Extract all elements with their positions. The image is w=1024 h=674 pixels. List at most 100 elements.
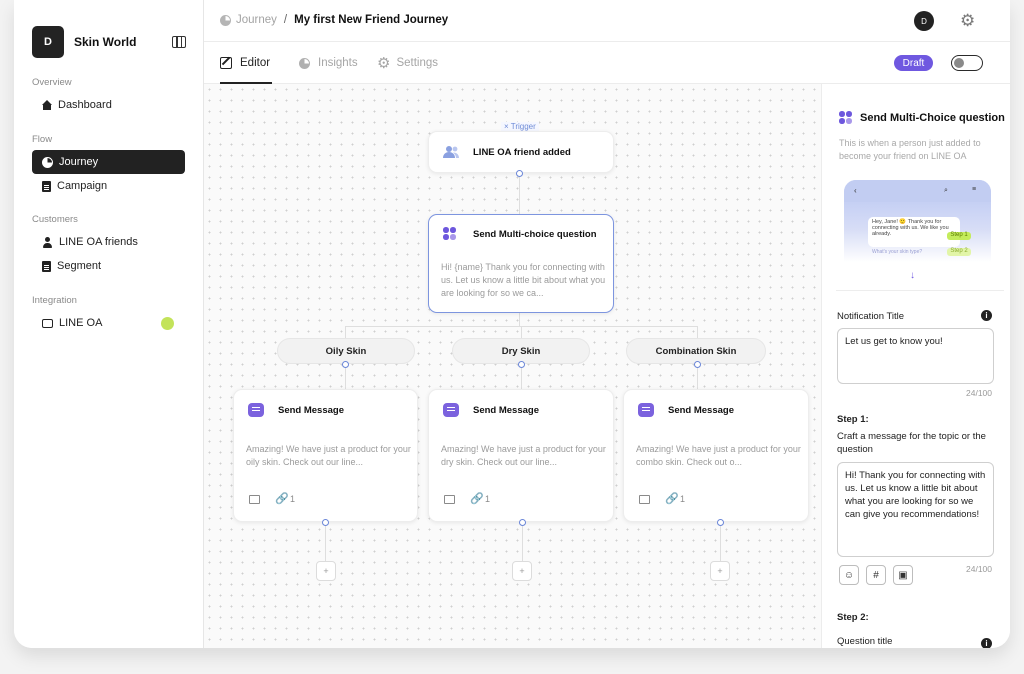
- node-title: Send Message: [278, 405, 344, 416]
- node-preview: Hi! {name} Thank you for connecting with…: [441, 262, 606, 298]
- node-preview: Amazing! We have just a product for your…: [246, 444, 411, 467]
- node-port[interactable]: [694, 361, 701, 368]
- add-step-button[interactable]: +: [710, 561, 730, 581]
- divider: [836, 290, 1004, 291]
- sidebar-item-label: Dashboard: [58, 99, 112, 111]
- sidebar-item-segment[interactable]: Segment: [32, 254, 185, 278]
- char-count: 24/100: [966, 388, 992, 398]
- tab-editor[interactable]: Editor: [220, 42, 273, 84]
- message-icon: [248, 403, 264, 417]
- connection-status-dot: [161, 317, 174, 330]
- multi-choice-node[interactable]: Send Multi-choice question Hi! {name} Th…: [428, 214, 614, 313]
- send-message-node[interactable]: Send Message Amazing! We have just a pro…: [623, 389, 809, 522]
- breadcrumb-root[interactable]: Journey: [236, 14, 277, 26]
- connector-line: [697, 326, 698, 338]
- menu-icon: ≡: [972, 186, 977, 193]
- node-port[interactable]: [342, 361, 349, 368]
- publish-toggle[interactable]: [951, 55, 983, 71]
- add-step-button[interactable]: +: [512, 561, 532, 581]
- image-icon: [249, 495, 260, 504]
- node-title: Send Multi-choice question: [473, 229, 597, 240]
- sidebar-toggle-icon[interactable]: [172, 36, 186, 48]
- trigger-tag: × Trigger: [501, 122, 539, 131]
- workspace-switcher[interactable]: D Skin World: [32, 26, 136, 58]
- sidebar-item-line-oa-friends[interactable]: LINE OA friends: [32, 230, 185, 254]
- app-window: D Skin World Overview Dashboard Flow Jou…: [14, 0, 1010, 648]
- notification-title-label: Notification Title: [837, 311, 905, 322]
- avatar[interactable]: D: [914, 11, 934, 31]
- connector-line: [345, 326, 346, 338]
- send-message-node[interactable]: Send Message Amazing! We have just a pro…: [233, 389, 418, 522]
- node-port[interactable]: [717, 519, 724, 526]
- preview-step-2: Step 2: [947, 248, 971, 256]
- node-port[interactable]: [322, 519, 329, 526]
- sidebar: D Skin World Overview Dashboard Flow Jou…: [14, 0, 204, 648]
- step-1-label: Step 1:: [837, 414, 869, 425]
- workspace-logo: D: [32, 26, 64, 58]
- image-icon: [639, 495, 650, 504]
- close-icon[interactable]: ×: [504, 122, 509, 131]
- sidebar-item-journey[interactable]: Journey: [32, 150, 185, 174]
- workspace-name: Skin World: [74, 35, 137, 49]
- sidebar-item-label: Journey: [59, 156, 99, 168]
- node-port[interactable]: [519, 519, 526, 526]
- char-count: 24/100: [966, 564, 992, 574]
- inbox-icon: [42, 318, 53, 328]
- question-title-label: Question title: [837, 636, 893, 647]
- gear-icon: ⚙: [377, 54, 391, 72]
- connector-line: [325, 526, 326, 562]
- notification-title-field[interactable]: Let us get to know you!: [837, 328, 994, 384]
- pie-chart-icon: [220, 14, 231, 26]
- add-step-button[interactable]: +: [316, 561, 336, 581]
- sidebar-item-label: LINE OA: [59, 317, 103, 329]
- message-icon: [638, 403, 654, 417]
- trigger-node[interactable]: LINE OA friend added: [428, 131, 614, 173]
- section-integration: Integration: [32, 295, 77, 306]
- preview-step-1: Step 1: [947, 232, 971, 240]
- info-icon[interactable]: i: [981, 638, 992, 648]
- connector-line: [697, 367, 698, 389]
- users-icon: [443, 146, 459, 158]
- section-customers: Customers: [32, 214, 78, 225]
- send-message-node[interactable]: Send Message Amazing! We have just a pro…: [428, 389, 614, 522]
- step-2-label: Step 2:: [837, 612, 869, 623]
- tab-label: Insights: [318, 57, 358, 69]
- flow-canvas[interactable]: × Trigger LINE OA friend added Send Mult…: [204, 84, 821, 648]
- step-1-description: Craft a message for the topic or the que…: [837, 431, 986, 455]
- node-title: Send Message: [668, 405, 734, 416]
- preview-header: [844, 180, 991, 202]
- search-icon: ⌕: [944, 187, 948, 194]
- link-icon: 🔗: [470, 493, 484, 505]
- sidebar-item-campaign[interactable]: Campaign: [32, 174, 185, 198]
- message-preview: ‹ ⌕ ≡ Hey, Jane! 🙂 Thank you for connect…: [844, 180, 991, 262]
- header: Journey / My first New Friend Journey D …: [204, 0, 1010, 42]
- node-port[interactable]: [516, 170, 523, 177]
- node-port[interactable]: [518, 361, 525, 368]
- emoji-button[interactable]: ☺: [839, 565, 859, 585]
- info-icon[interactable]: i: [981, 310, 992, 321]
- sidebar-item-label: LINE OA friends: [59, 236, 138, 248]
- connector-line: [720, 526, 721, 562]
- back-icon: ‹: [854, 186, 857, 195]
- tab-settings[interactable]: ⚙ Settings: [377, 42, 438, 84]
- image-button[interactable]: ▣: [893, 565, 913, 585]
- link-count: 1: [290, 494, 296, 504]
- node-title: Send Message: [473, 405, 539, 416]
- sidebar-item-dashboard[interactable]: Dashboard: [32, 93, 185, 117]
- section-flow: Flow: [32, 134, 53, 145]
- connector-line: [522, 526, 523, 562]
- document-icon: [42, 260, 51, 272]
- gear-icon[interactable]: ⚙: [960, 12, 975, 29]
- connector-line: [519, 313, 520, 327]
- trigger-label: Trigger: [510, 122, 536, 131]
- step-1-message-field[interactable]: Hi! Thank you for connecting with us. Le…: [837, 462, 994, 557]
- tab-insights[interactable]: Insights: [299, 42, 358, 84]
- connector-line: [519, 176, 520, 214]
- link-icon: 🔗: [275, 493, 289, 505]
- image-icon: [444, 495, 455, 504]
- hashtag-button[interactable]: #: [866, 565, 886, 585]
- connector-line: [521, 367, 522, 389]
- connector-line: [521, 326, 522, 338]
- link-count: 1: [680, 494, 686, 504]
- edit-icon: [220, 57, 232, 69]
